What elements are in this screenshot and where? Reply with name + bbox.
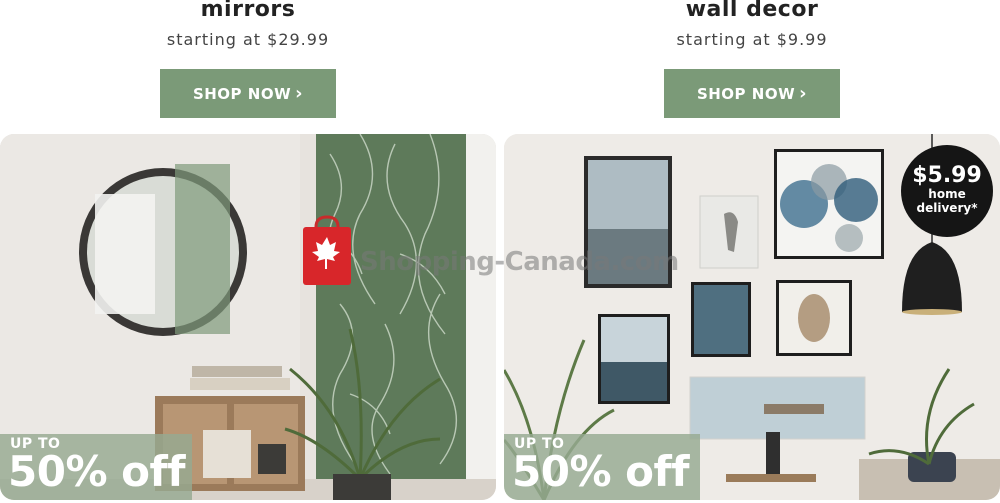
- badge-price: $5.99: [912, 163, 982, 188]
- category-price-wall-decor: starting at $9.99: [676, 30, 828, 49]
- promo-discount: 50% off: [8, 447, 186, 496]
- shop-now-mirrors-button[interactable]: SHOP NOW ›: [160, 69, 336, 118]
- shop-now-label: SHOP NOW: [192, 84, 292, 103]
- mirrors-image[interactable]: UP TO 50% off: [0, 134, 496, 500]
- shop-now-wall-decor-button[interactable]: SHOP NOW ›: [664, 69, 840, 118]
- home-delivery-badge: $5.99 home delivery*: [901, 145, 993, 237]
- chevron-right-icon: ›: [799, 82, 808, 104]
- discount-banner: UP TO 50% off: [504, 434, 700, 500]
- mirrors-header: mirrors starting at $29.99: [0, 0, 496, 52]
- chevron-right-icon: ›: [295, 82, 304, 104]
- category-title-mirrors: mirrors: [200, 0, 296, 22]
- category-price-mirrors: starting at $29.99: [166, 30, 330, 49]
- badge-line1: home: [928, 187, 966, 201]
- category-title-wall-decor: wall decor: [685, 0, 819, 22]
- shop-now-label: SHOP NOW: [696, 84, 796, 103]
- discount-banner: UP TO 50% off: [0, 434, 192, 500]
- badge-line2: delivery*: [916, 201, 978, 215]
- wall-decor-header: wall decor starting at $9.99: [504, 0, 1000, 52]
- promo-discount: 50% off: [512, 447, 690, 496]
